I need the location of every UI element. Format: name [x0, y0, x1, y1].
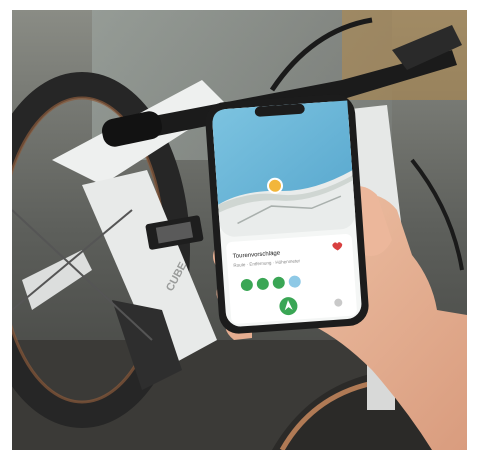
location-pin-icon[interactable] [267, 177, 284, 194]
photo: Tourenvorschläge Route · Entfernung · Hö… [12, 10, 467, 450]
scene-svg: Tourenvorschläge Route · Entfernung · Hö… [12, 10, 467, 450]
smartphone: Tourenvorschläge Route · Entfernung · Hö… [205, 94, 369, 334]
